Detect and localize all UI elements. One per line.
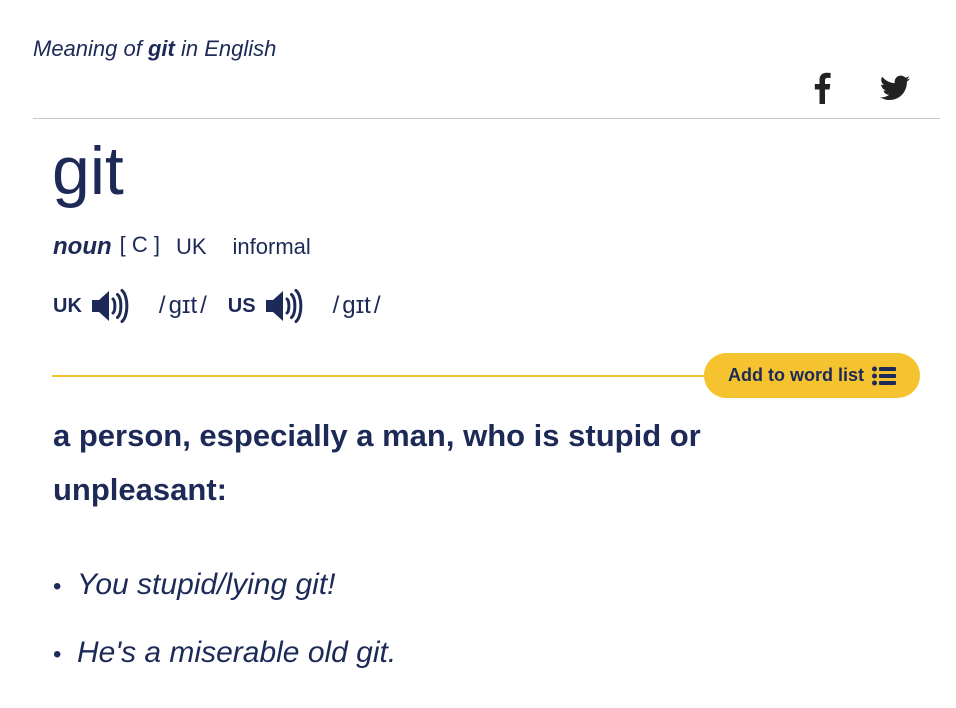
- ipa-us: / gɪt /: [332, 292, 381, 319]
- pron-region-us: US: [227, 294, 256, 317]
- part-of-speech: noun: [53, 233, 112, 260]
- example-text: You stupid/lying git!: [77, 568, 336, 601]
- pronunciation-row: UK / gɪt / US / gɪt /: [53, 286, 384, 326]
- grammar-code: [ C ]: [119, 232, 160, 257]
- ipa-uk: / gɪt /: [158, 292, 207, 319]
- example-text: He's a miserable old git.: [77, 636, 397, 669]
- heading-suffix: in English: [174, 36, 277, 61]
- pron-region-uk: UK: [53, 294, 82, 317]
- example-item: • You stupid/lying git!: [53, 552, 396, 620]
- sense-divider: [52, 375, 752, 377]
- headword: git: [52, 133, 124, 209]
- facebook-icon: [814, 72, 831, 104]
- twitter-share-button[interactable]: [878, 70, 912, 106]
- usage-register: informal: [232, 234, 311, 259]
- example-item: • He's a miserable old git.: [53, 620, 396, 688]
- ipa-us-text: gɪt: [342, 292, 371, 319]
- add-to-word-list-label: Add to word list: [728, 365, 864, 385]
- heading-prefix: Meaning of: [33, 36, 148, 61]
- speaker-icon: [265, 289, 302, 323]
- example-list: • You stupid/lying git! • He's a miserable…: [53, 552, 396, 688]
- uk-audio-button[interactable]: [90, 287, 130, 325]
- twitter-icon: [880, 75, 910, 100]
- page-heading: Meaning of git in English: [33, 36, 276, 62]
- list-icon: [871, 366, 896, 385]
- usage-region: UK: [175, 234, 207, 259]
- ipa-uk-text: gɪt: [168, 292, 198, 319]
- facebook-share-button[interactable]: [808, 70, 836, 106]
- heading-word: git: [147, 36, 175, 61]
- grammar-info: noun [ C ] UK informal: [53, 231, 311, 263]
- definition-text: a person, especially a man, who is stupi…: [53, 418, 701, 507]
- header-divider: [33, 118, 940, 119]
- add-to-word-list-button[interactable]: Add to word list: [704, 353, 920, 398]
- us-audio-button[interactable]: [264, 287, 304, 325]
- speaker-icon: [91, 289, 129, 323]
